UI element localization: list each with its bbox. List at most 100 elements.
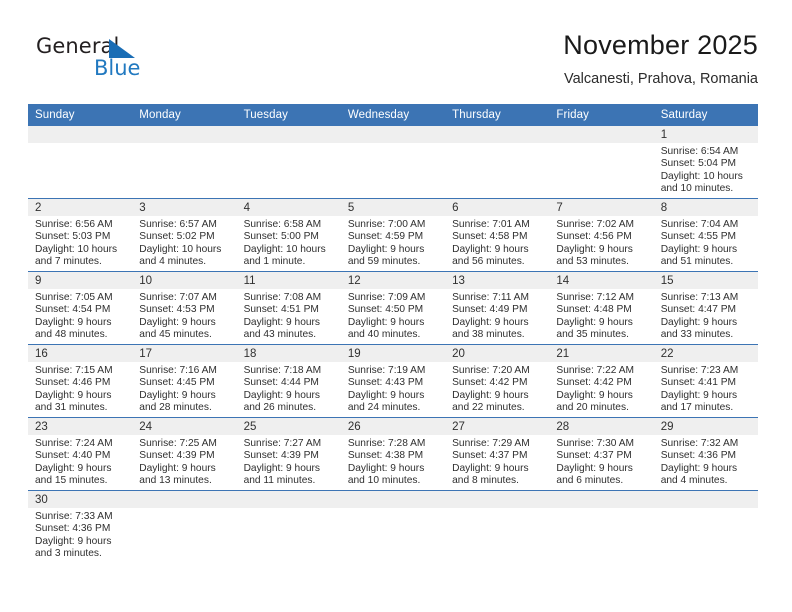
general-blue-logo[interactable]: General Blue	[36, 34, 206, 90]
calendar-day-cell[interactable]: 24 Sunrise: 7:25 AM Sunset: 4:39 PM Dayligh…	[132, 417, 237, 491]
weekday-header-row: Sunday Monday Tuesday Wednesday Thursday…	[28, 104, 758, 126]
day-details: Sunrise: 6:58 AM Sunset: 5:00 PM Daylight:…	[237, 216, 341, 269]
calendar-day-cell[interactable]: 10 Sunrise: 7:07 AM Sunset: 4:53 PM Dayligh…	[132, 271, 237, 345]
calendar-day-cell[interactable]: 20 Sunrise: 7:20 AM Sunset: 4:42 PM Dayligh…	[445, 344, 550, 418]
sunrise-text: Sunrise: 6:56 AM	[35, 219, 113, 230]
calendar-week-row: 9 Sunrise: 7:05 AM Sunset: 4:54 PM Daylight…	[28, 271, 758, 345]
sunset-text: Sunset: 4:47 PM	[660, 304, 737, 316]
sunset-text: Sunset: 5:03 PM	[35, 231, 111, 243]
calendar-day-cell[interactable]: 17 Sunrise: 7:16 AM Sunset: 4:45 PM Dayligh…	[132, 344, 237, 418]
day-details: Sunrise: 7:24 AM Sunset: 4:40 PM Daylight:…	[28, 435, 132, 488]
day-number: 4	[236, 199, 341, 216]
calendar-day-cell-empty	[445, 126, 550, 199]
calendar-day-cell[interactable]: 9 Sunrise: 7:05 AM Sunset: 4:54 PM Daylight…	[28, 271, 133, 345]
daylight-text: Daylight: 9 hours and 40 minutes.	[347, 316, 425, 341]
calendar-day-cell[interactable]: 4 Sunrise: 6:58 AM Sunset: 5:00 PM Daylight…	[236, 198, 341, 272]
day-number: 9	[28, 272, 133, 289]
sunrise-text: Sunrise: 7:01 AM	[452, 219, 530, 230]
calendar-day-cell[interactable]: 16 Sunrise: 7:15 AM Sunset: 4:46 PM Dayligh…	[28, 344, 133, 418]
calendar-day-cell[interactable]: 28 Sunrise: 7:30 AM Sunset: 4:37 PM Dayligh…	[549, 417, 654, 491]
day-number: 6	[445, 199, 550, 216]
sunset-text: Sunset: 4:45 PM	[139, 377, 215, 389]
day-number: 22	[653, 345, 758, 362]
day-number	[445, 491, 550, 508]
calendar-day-cell[interactable]: 3 Sunrise: 6:57 AM Sunset: 5:02 PM Daylight…	[132, 198, 237, 272]
day-details: Sunrise: 6:56 AM Sunset: 5:03 PM Daylight:…	[28, 216, 132, 269]
weekday-header-thursday: Thursday	[445, 104, 550, 126]
day-details: Sunrise: 7:33 AM Sunset: 4:36 PM Daylight:…	[28, 508, 132, 561]
calendar-day-cell-empty	[236, 126, 341, 199]
day-number: 7	[549, 199, 654, 216]
daylight-text: Daylight: 10 hours and 1 minute.	[243, 243, 326, 268]
calendar-day-cell[interactable]: 5 Sunrise: 7:00 AM Sunset: 4:59 PM Daylight…	[340, 198, 446, 272]
calendar-week-row: 2 Sunrise: 6:56 AM Sunset: 5:03 PM Daylight…	[28, 198, 758, 272]
sunrise-text: Sunrise: 7:13 AM	[660, 292, 739, 303]
day-details: Sunrise: 7:02 AM Sunset: 4:56 PM Daylight:…	[549, 216, 653, 269]
daylight-text: Daylight: 9 hours and 10 minutes.	[347, 462, 425, 487]
calendar-day-cell[interactable]: 18 Sunrise: 7:18 AM Sunset: 4:44 PM Dayligh…	[236, 344, 341, 418]
calendar-day-cell[interactable]: 13 Sunrise: 7:11 AM Sunset: 4:49 PM Dayligh…	[445, 271, 550, 345]
calendar-day-cell[interactable]: 7 Sunrise: 7:02 AM Sunset: 4:56 PM Daylight…	[549, 198, 654, 272]
weekday-header-monday: Monday	[132, 104, 237, 126]
day-number	[340, 126, 446, 143]
calendar-day-cell[interactable]: 19 Sunrise: 7:19 AM Sunset: 4:43 PM Dayligh…	[340, 344, 446, 418]
sunrise-text: Sunrise: 7:20 AM	[452, 365, 530, 376]
day-number: 12	[340, 272, 446, 289]
calendar-day-cell[interactable]: 6 Sunrise: 7:01 AM Sunset: 4:58 PM Daylight…	[445, 198, 550, 272]
day-number: 17	[132, 345, 237, 362]
day-number: 2	[28, 199, 133, 216]
calendar-day-cell[interactable]: 11 Sunrise: 7:08 AM Sunset: 4:51 PM Dayligh…	[236, 271, 341, 345]
calendar-page: General Blue November 2025 Valcanesti, P…	[0, 0, 792, 612]
sunset-text: Sunset: 4:44 PM	[243, 377, 319, 389]
calendar-day-cell[interactable]: 22 Sunrise: 7:23 AM Sunset: 4:41 PM Dayligh…	[653, 344, 758, 418]
day-details: Sunrise: 7:25 AM Sunset: 4:39 PM Daylight:…	[132, 435, 236, 488]
sunrise-text: Sunrise: 7:25 AM	[139, 438, 217, 449]
calendar-day-cell-empty	[132, 490, 237, 563]
day-number: 11	[236, 272, 341, 289]
day-details: Sunrise: 7:11 AM Sunset: 4:49 PM Daylight:…	[445, 289, 549, 342]
day-details: Sunrise: 7:12 AM Sunset: 4:48 PM Daylight:…	[549, 289, 653, 342]
calendar-day-cell[interactable]: 8 Sunrise: 7:04 AM Sunset: 4:55 PM Daylight…	[653, 198, 758, 272]
day-details: Sunrise: 7:28 AM Sunset: 4:38 PM Daylight:…	[341, 435, 445, 488]
day-details: Sunrise: 7:19 AM Sunset: 4:43 PM Daylight:…	[341, 362, 445, 415]
calendar-day-cell[interactable]: 25 Sunrise: 7:27 AM Sunset: 4:39 PM Dayligh…	[236, 417, 341, 491]
daylight-text: Daylight: 9 hours and 15 minutes.	[35, 462, 112, 487]
calendar-week-row: 16 Sunrise: 7:15 AM Sunset: 4:46 PM Dayligh…	[28, 344, 758, 418]
daylight-text: Daylight: 9 hours and 26 minutes.	[243, 389, 321, 414]
calendar-day-cell-empty	[236, 490, 341, 563]
calendar-day-cell-empty	[445, 490, 550, 563]
day-details: Sunrise: 7:30 AM Sunset: 4:37 PM Daylight:…	[549, 435, 653, 488]
calendar-day-cell[interactable]: 2 Sunrise: 6:56 AM Sunset: 5:03 PM Daylight…	[28, 198, 133, 272]
calendar-day-cell-empty	[132, 126, 237, 199]
calendar-day-cell[interactable]: 14 Sunrise: 7:12 AM Sunset: 4:48 PM Dayligh…	[549, 271, 654, 345]
calendar-day-cell[interactable]: 21 Sunrise: 7:22 AM Sunset: 4:42 PM Dayligh…	[549, 344, 654, 418]
calendar-day-cell[interactable]: 30 Sunrise: 7:33 AM Sunset: 4:36 PM Dayligh…	[28, 490, 133, 563]
calendar-day-cell[interactable]: 26 Sunrise: 7:28 AM Sunset: 4:38 PM Dayligh…	[340, 417, 446, 491]
sunrise-text: Sunrise: 7:00 AM	[347, 219, 426, 230]
sunrise-text: Sunrise: 7:29 AM	[452, 438, 530, 449]
sunset-text: Sunset: 4:37 PM	[556, 450, 632, 462]
sunset-text: Sunset: 4:46 PM	[35, 377, 111, 389]
calendar-day-cell[interactable]: 12 Sunrise: 7:09 AM Sunset: 4:50 PM Dayligh…	[340, 271, 446, 345]
day-number: 18	[236, 345, 341, 362]
day-number: 29	[653, 418, 758, 435]
daylight-text: Daylight: 9 hours and 8 minutes.	[452, 462, 529, 487]
daylight-text: Daylight: 9 hours and 43 minutes.	[243, 316, 321, 341]
calendar-day-cell[interactable]: 15 Sunrise: 7:13 AM Sunset: 4:47 PM Dayligh…	[653, 271, 758, 345]
day-number: 26	[340, 418, 446, 435]
daylight-text: Daylight: 9 hours and 28 minutes.	[139, 389, 216, 414]
calendar-day-cell[interactable]: 1 Sunrise: 6:54 AM Sunset: 5:04 PM Daylight…	[653, 126, 758, 199]
day-number	[340, 491, 446, 508]
sunset-text: Sunset: 4:36 PM	[35, 523, 111, 535]
sunset-text: Sunset: 4:37 PM	[452, 450, 528, 462]
day-details: Sunrise: 7:23 AM Sunset: 4:41 PM Daylight:…	[654, 362, 758, 415]
daylight-text: Daylight: 9 hours and 51 minutes.	[660, 243, 738, 268]
calendar-day-cell[interactable]: 23 Sunrise: 7:24 AM Sunset: 4:40 PM Dayligh…	[28, 417, 133, 491]
sunset-text: Sunset: 4:51 PM	[243, 304, 319, 316]
day-details: Sunrise: 6:54 AM Sunset: 5:04 PM Daylight:…	[654, 143, 758, 196]
calendar-day-cell[interactable]: 27 Sunrise: 7:29 AM Sunset: 4:37 PM Dayligh…	[445, 417, 550, 491]
sunrise-text: Sunrise: 6:58 AM	[243, 219, 322, 230]
daylight-text: Daylight: 9 hours and 24 minutes.	[347, 389, 425, 414]
calendar-body: 1 Sunrise: 6:54 AM Sunset: 5:04 PM Daylight…	[28, 126, 758, 563]
calendar-day-cell[interactable]: 29 Sunrise: 7:32 AM Sunset: 4:36 PM Dayligh…	[653, 417, 758, 491]
